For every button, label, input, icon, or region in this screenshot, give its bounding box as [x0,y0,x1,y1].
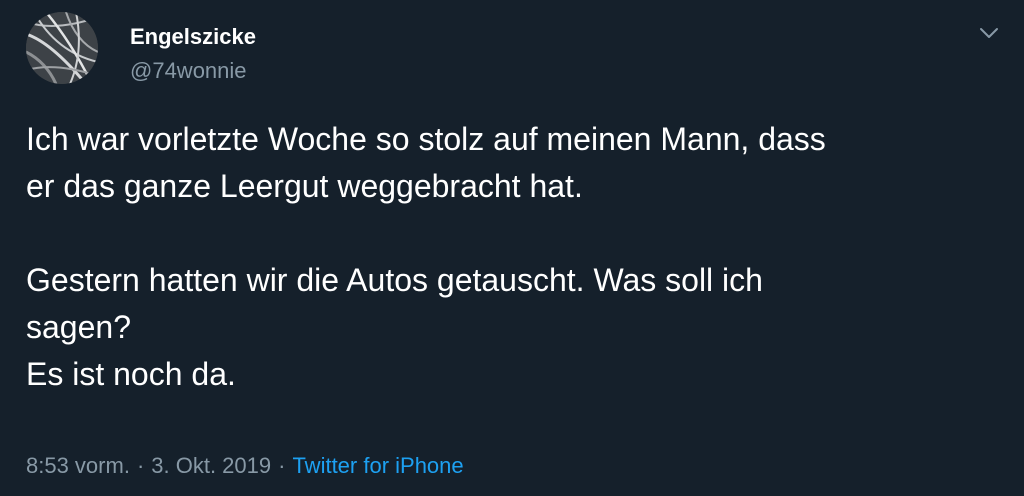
tweet-line: Es ist noch da. [26,356,236,392]
chevron-down-icon [980,28,998,38]
user-avatar-icon [26,12,98,84]
tweet-line: er das ganze Leergut weggebracht hat. [26,168,583,204]
tweet-text: Ich war vorletzte Woche so stolz auf mei… [26,116,1001,398]
tweet-date[interactable]: 3. Okt. 2019 [151,453,271,478]
tweet-time[interactable]: 8:53 vorm. [26,453,130,478]
user-handle[interactable]: @74wonnie [130,58,247,84]
tweet-line: sagen? [26,309,131,345]
more-options-button[interactable] [976,20,1002,46]
separator: · [136,453,145,478]
display-name[interactable]: Engelszicke [130,24,256,50]
tweet-source-link[interactable]: Twitter for iPhone [292,453,463,478]
avatar[interactable] [26,12,98,84]
tweet-metadata: 8:53 vorm. · 3. Okt. 2019 · Twitter for iPho… [26,452,464,480]
tweet-line: Gestern hatten wir die Autos getauscht. … [26,262,763,298]
separator: · [278,453,286,478]
tweet-line: Ich war vorletzte Woche so stolz auf mei… [26,121,826,157]
tweet-card: Engelszicke @74wonnie Ich war vorletzte … [0,0,1024,496]
